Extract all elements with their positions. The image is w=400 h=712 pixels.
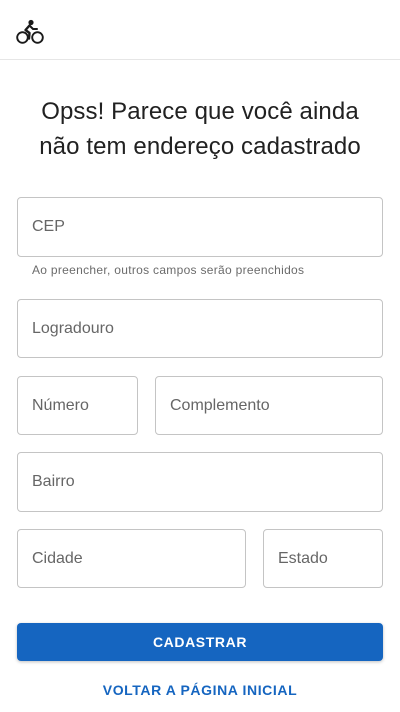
numero-input[interactable]	[18, 377, 137, 434]
numero-field[interactable]	[17, 376, 138, 435]
page-title-line-2: não tem endereço cadastrado	[39, 133, 361, 160]
logradouro-field[interactable]	[17, 299, 383, 358]
cidade-field[interactable]	[17, 529, 246, 588]
cep-input[interactable]	[18, 198, 382, 256]
complemento-field[interactable]	[155, 376, 383, 435]
cidade-input[interactable]	[18, 530, 245, 587]
voltar-pagina-inicial-button[interactable]: VOLTAR A PÁGINA INICIAL	[17, 675, 383, 705]
cep-helper-text: Ao preencher, outros campos serão preenc…	[32, 263, 305, 277]
bairro-input[interactable]	[18, 453, 382, 511]
page-title-line-1: Opss! Parece que você ainda	[41, 98, 359, 125]
cadastrar-button[interactable]: CADASTRAR	[17, 623, 383, 661]
logradouro-input[interactable]	[18, 300, 382, 357]
estado-field[interactable]	[263, 529, 383, 588]
app-bar	[0, 0, 400, 60]
bairro-field[interactable]	[17, 452, 383, 512]
page-title: Opss! Parece que você ainda não tem ende…	[0, 94, 400, 164]
estado-input[interactable]	[264, 530, 382, 587]
bicycle-rider-icon[interactable]	[16, 19, 44, 45]
cep-field[interactable]	[17, 197, 383, 257]
complemento-input[interactable]	[156, 377, 382, 434]
